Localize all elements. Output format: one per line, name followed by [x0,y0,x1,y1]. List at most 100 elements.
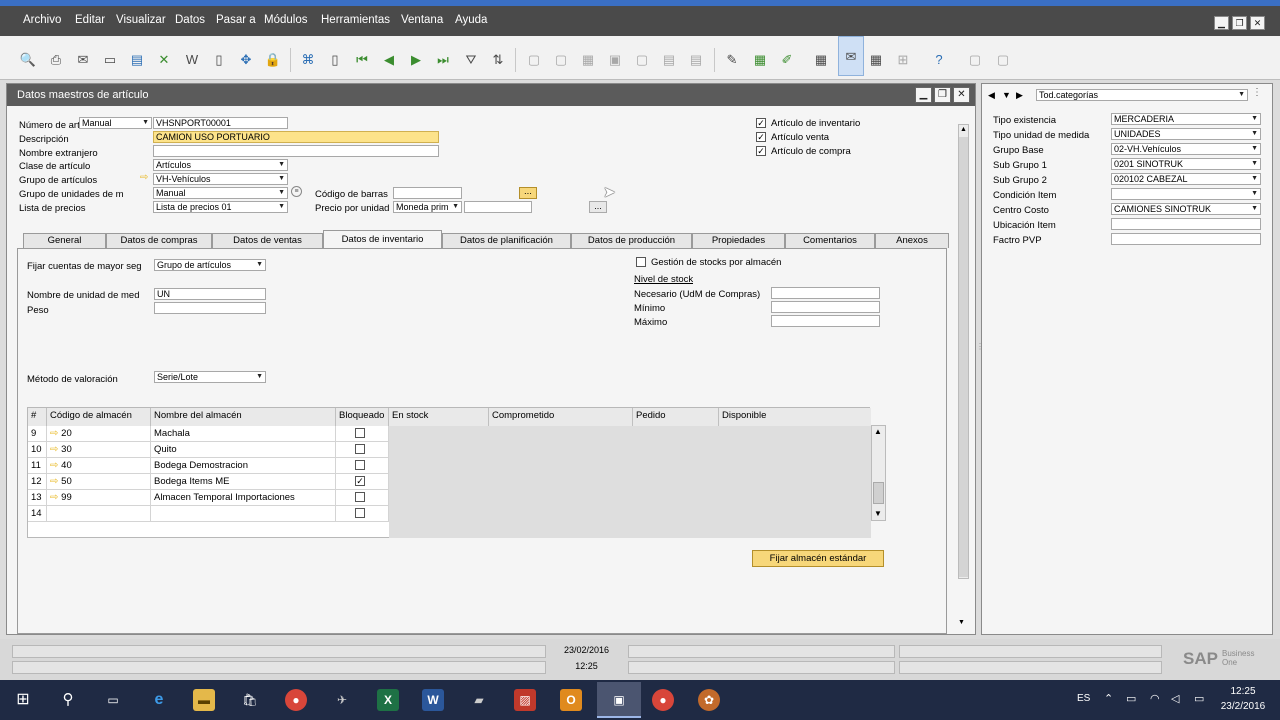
messages-icon[interactable]: ✉ [838,36,864,76]
query-manager-icon[interactable]: ⊞ [894,51,912,69]
base-document-icon[interactable]: ▢ [525,51,543,69]
tab-inventory[interactable]: Datos de inventario [323,230,442,249]
warehouse-code-cell[interactable] [47,506,151,522]
windows-start-icon[interactable]: ⊞ [12,689,34,711]
barcode-browse-button[interactable]: ... [519,187,537,199]
link-arrow-icon[interactable]: ⇨ [50,460,61,471]
link-arrow-icon[interactable]: ⇨ [50,476,61,487]
tray-up-icon[interactable]: ⌃ [1104,692,1113,705]
nav-next-icon[interactable]: ▶ [1016,90,1023,101]
calculator-icon[interactable]: ▦ [867,51,885,69]
scroll-down-icon[interactable]: ▼ [874,509,882,518]
purchase-item-checkbox[interactable]: ✓ [756,146,766,156]
grid-header-code[interactable]: Código de almacén [47,408,151,426]
menu-herramientas[interactable]: Herramientas [321,14,390,26]
next-record-icon[interactable]: ▶ [407,51,425,69]
window-close-button[interactable]: ✕ [953,87,970,103]
app-minimize-button[interactable]: ▁ [1214,16,1229,30]
grid-header-committed[interactable]: Comprometido [489,408,633,426]
menu-ayuda[interactable]: Ayuda [455,14,487,26]
barcode-input[interactable] [393,187,462,199]
first-record-icon[interactable]: ⏮ [353,51,371,69]
warehouse-name-cell[interactable] [151,506,336,522]
form-settings-icon[interactable]: ▦ [751,51,769,69]
grid-scrollbar[interactable]: ▲ ▼ [871,425,886,521]
clock-date[interactable]: 23/2/2016 [1212,701,1274,712]
transaction-journal-icon[interactable]: ▤ [660,51,678,69]
udf-select[interactable]: MERCADERIA [1111,113,1261,125]
item-number-series-select[interactable]: Manual [79,117,152,129]
link-arrow-icon[interactable]: ⇨ [50,492,61,503]
tab-properties[interactable]: Propiedades [692,233,785,248]
find-icon[interactable]: ⌘ [299,51,317,69]
gimp-icon[interactable]: ✿ [698,689,720,711]
grid-header-ordered[interactable]: Pedido [633,408,719,426]
valuation-method-select[interactable]: Serie/Lote [154,371,266,383]
filter-icon[interactable]: ⛛ [462,51,480,69]
tab-production[interactable]: Datos de producción [571,233,692,248]
export-word-icon[interactable]: W [183,51,201,69]
tab-purchasing[interactable]: Datos de compras [106,233,212,248]
drag-relate-icon[interactable]: ▢ [966,51,984,69]
outlook-icon[interactable]: O [560,689,582,711]
weight-input[interactable] [154,302,266,314]
wifi-icon[interactable]: ◠ [1150,692,1160,705]
item-number-input[interactable]: VHSNPORT00001 [153,117,288,129]
grid-header-available[interactable]: Disponible [719,408,871,426]
menu-datos[interactable]: Datos [175,14,205,26]
app-restore-button[interactable]: ❐ [1232,16,1247,30]
manage-stock-checkbox[interactable] [636,257,646,267]
panel-grip-icon[interactable]: ⋮ [1252,87,1262,98]
chrome-icon-2[interactable]: ● [652,689,674,711]
udf-select[interactable]: 0201 SINOTRUK [1111,158,1261,170]
previous-record-icon[interactable]: ◀ [380,51,398,69]
warehouse-name-cell[interactable]: Bodega Items ME [151,474,336,490]
payment-means-icon[interactable]: ▣ [606,51,624,69]
form-scroll-thumb[interactable] [959,137,968,577]
window-minimize-button[interactable]: ▁ [915,87,932,103]
warehouse-name-cell[interactable]: Almacen Temporal Importaciones [151,490,336,506]
chrome-icon[interactable]: ● [285,689,307,711]
warehouse-code-cell[interactable]: ⇨ 30 [47,442,151,458]
clock-time[interactable]: 12:25 [1218,686,1268,697]
nav-down-icon[interactable]: ▼ [1002,90,1011,100]
unit-price-input[interactable] [464,201,532,213]
doc-icon[interactable]: ▢ [633,51,651,69]
edit-icon[interactable]: ✎ [723,51,741,69]
sms-icon[interactable]: ▭ [101,51,119,69]
grid-header-locked[interactable]: Bloqueado [336,408,389,426]
required-input[interactable] [771,287,880,299]
app-close-button[interactable]: ✕ [1250,16,1265,30]
tab-sales[interactable]: Datos de ventas [212,233,323,248]
grid-header-number[interactable]: # [28,408,47,426]
notifications-icon[interactable]: ▭ [1194,692,1204,705]
volume-icon[interactable]: ◁ [1171,692,1179,705]
settings-icon[interactable]: ▢ [994,51,1012,69]
warehouse-name-cell[interactable]: Quito [151,442,336,458]
scroll-thumb[interactable] [873,482,884,504]
lock-screen-icon[interactable]: 🔒 [264,51,282,69]
udf-select[interactable]: 020102 CABEZAL [1111,173,1261,185]
locked-checkbox[interactable] [355,444,365,454]
tab-general[interactable]: General [23,233,106,248]
price-list-select[interactable]: Lista de precios 01 [153,201,288,213]
link-arrow-icon[interactable]: ⇨ [50,444,61,455]
currency-select[interactable]: Moneda prim [393,201,462,213]
set-default-warehouse-button[interactable]: Fijar almacén estándar [752,550,884,567]
word-icon[interactable]: W [422,689,444,711]
category-select[interactable]: Tod.categorías [1036,89,1248,101]
print-preview-icon[interactable]: 🔍 [19,51,37,69]
nav-prev-icon[interactable]: ◀ [988,90,995,101]
udf-select[interactable]: CAMIONES SINOTRUK [1111,203,1261,215]
store-icon[interactable]: 🛍 [239,689,261,711]
uom-list-icon[interactable]: ≡ [291,186,302,197]
inventory-item-checkbox[interactable]: ✓ [756,118,766,128]
locked-checkbox[interactable] [355,492,365,502]
warehouse-name-cell[interactable]: Machala [151,426,336,442]
search-icon[interactable]: ⚲ [57,689,79,711]
minimum-input[interactable] [771,301,880,313]
layout-icon[interactable]: ▤ [687,51,705,69]
link-arrow-icon[interactable]: ⇨ [50,428,61,439]
locked-checkbox[interactable] [355,508,365,518]
maximum-input[interactable] [771,315,880,327]
